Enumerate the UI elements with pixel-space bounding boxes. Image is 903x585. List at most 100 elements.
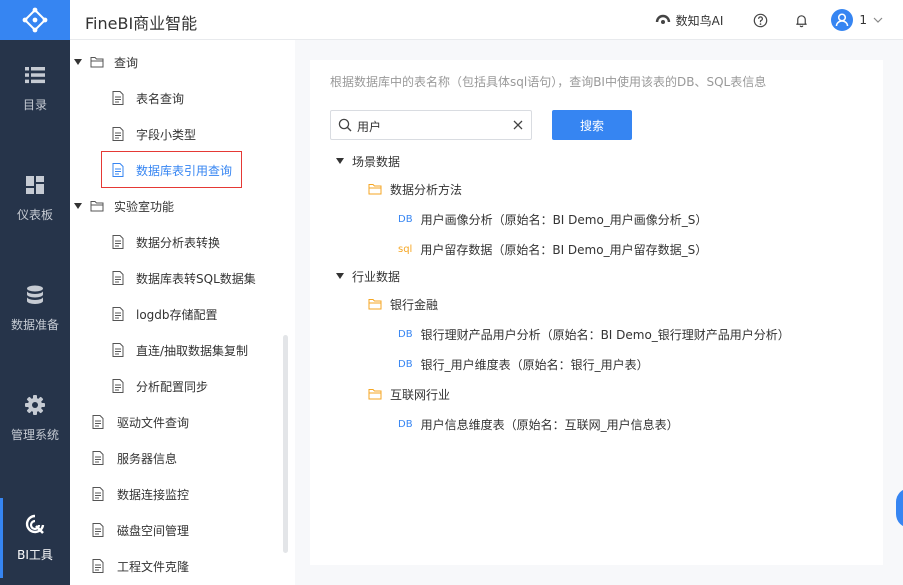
result-folder-bank-finance[interactable]: 银行金融: [368, 290, 438, 318]
tree-label: 数据连接监控: [117, 487, 190, 502]
document-icon: [92, 415, 104, 429]
tree-item-db-table-to-sql[interactable]: 数据库表转SQL数据集: [112, 260, 256, 296]
tree-scrollbar[interactable]: [283, 335, 288, 553]
nav-label-management: 管理系统: [10, 427, 59, 442]
tree-item-table-name-query[interactable]: 表名查询: [112, 80, 184, 116]
tree-item-analysis-table-convert[interactable]: 数据分析表转换: [112, 224, 220, 260]
tree-item-driver-file-query[interactable]: 驱动文件查询: [92, 404, 189, 440]
nav-item-directory[interactable]: 目录: [0, 48, 70, 128]
user-label: 1: [859, 13, 867, 27]
tree-item-logdb-storage[interactable]: logdb存储配置: [112, 296, 218, 332]
instruction-text: 根据数据库中的表名称（包括具体sql语句），查询BI中使用该表的DB、SQL表信…: [330, 75, 767, 89]
document-icon: [92, 487, 104, 501]
tree-item-dataset-copy[interactable]: 直连/抽取数据集复制: [112, 332, 248, 368]
reference-query-panel: 根据数据库中的表名称（包括具体sql语句），查询BI中使用该表的DB、SQL表信…: [310, 60, 883, 565]
db-tag: DB: [398, 213, 413, 225]
tree-label: 数据分析表转换: [136, 235, 221, 250]
dashboard-icon: [26, 175, 44, 194]
main-sidebar: 目录 仪表板 数据准备 管理系统 BI工具: [0, 40, 70, 585]
document-icon: [112, 127, 124, 141]
tree-label: 工程文件克隆: [117, 559, 190, 574]
gear-icon: [25, 394, 45, 415]
nav-item-bi-tools[interactable]: BI工具: [0, 498, 70, 578]
bell-icon: [796, 14, 808, 27]
tree-item-project-clone[interactable]: 工程文件克隆: [92, 548, 189, 584]
tree-item-analysis-config-sync[interactable]: 分析配置同步: [112, 368, 208, 404]
help-icon: [754, 13, 768, 27]
tree-label: 服务器信息: [117, 451, 178, 466]
sql-tag: sql: [398, 243, 413, 255]
folder-icon: [368, 389, 382, 400]
tree-item-field-subtype[interactable]: 字段小类型: [112, 116, 196, 152]
logo-icon: [22, 7, 48, 33]
tree-label: 驱动文件查询: [117, 415, 190, 430]
app-title: FineBI商业智能: [85, 14, 198, 33]
nav-item-data-prep[interactable]: 数据准备: [0, 268, 70, 348]
document-icon: [92, 559, 104, 573]
help-button[interactable]: [753, 13, 768, 28]
result-label: 行业数据: [352, 269, 401, 284]
result-table-user-retention[interactable]: sql 用户留存数据（原始名：BI Demo_用户留存数据_S）: [398, 235, 707, 263]
result-table-bank-user-dim[interactable]: DB 银行_用户维度表（原始名：银行_用户表）: [398, 350, 649, 378]
tree-label: logdb存储配置: [136, 307, 218, 322]
database-icon: [27, 285, 43, 304]
folder-icon: [90, 57, 104, 68]
tool-icon: [25, 514, 45, 534]
tree-folder-query[interactable]: 查询: [74, 44, 138, 80]
tool-tree: 查询 表名查询 字段小类型 数据库表引用查询 实验室功能 数据分析表转换 数据库…: [70, 40, 295, 585]
clear-icon[interactable]: [513, 120, 523, 130]
app-logo[interactable]: [0, 0, 70, 40]
db-tag: DB: [398, 358, 413, 370]
folder-icon: [368, 299, 382, 310]
tree-folder-lab-features[interactable]: 实验室功能: [74, 188, 174, 224]
folder-icon: [368, 184, 382, 195]
document-icon: [92, 451, 104, 465]
folder-icon: [90, 201, 104, 212]
search-icon: [338, 118, 352, 132]
caret-down-icon: [74, 59, 82, 65]
nav-label-data-prep: 数据准备: [10, 317, 59, 332]
caret-down-icon: [74, 203, 82, 209]
tree-item-server-info[interactable]: 服务器信息: [92, 440, 177, 476]
nav-label-dashboard: 仪表板: [16, 207, 53, 222]
avatar-icon: [831, 9, 854, 31]
document-icon: [112, 91, 124, 105]
tree-item-disk-space[interactable]: 磁盘空间管理: [92, 512, 189, 548]
floating-assistant-widget[interactable]: [896, 488, 903, 528]
result-table-user-portrait[interactable]: DB 用户画像分析（原始名：BI Demo_用户画像分析_S）: [398, 205, 707, 233]
notifications-button[interactable]: [794, 13, 809, 28]
ai-assistant-button[interactable]: 数知鸟AI: [655, 12, 723, 29]
result-label: 用户画像分析（原始名：BI Demo_用户画像分析_S）: [420, 212, 708, 227]
ai-bird-icon: [655, 14, 670, 24]
selection-highlight-box: [101, 151, 242, 188]
db-tag: DB: [398, 418, 413, 430]
result-group-industry-data[interactable]: 行业数据: [336, 262, 400, 290]
tree-label: 表名查询: [136, 91, 185, 106]
top-bar: FineBI商业智能 数知鸟AI 1: [0, 0, 903, 40]
chevron-down-icon: [873, 17, 883, 23]
result-group-scene-data[interactable]: 场景数据: [336, 147, 400, 175]
nav-item-management[interactable]: 管理系统: [0, 378, 70, 458]
tree-label: 数据库表转SQL数据集: [136, 271, 256, 286]
tree-label: 直连/抽取数据集复制: [136, 343, 249, 358]
document-icon: [112, 379, 124, 393]
result-table-user-info-dim[interactable]: DB 用户信息维度表（原始名：互联网_用户信息表）: [398, 410, 679, 438]
nav-item-dashboard[interactable]: 仪表板: [0, 158, 70, 238]
result-folder-analysis-methods[interactable]: 数据分析方法: [368, 175, 462, 203]
document-icon: [112, 271, 124, 285]
result-label: 互联网行业: [390, 387, 451, 402]
tree-label: 实验室功能: [114, 199, 175, 214]
nav-label-directory: 目录: [22, 97, 47, 112]
result-label: 银行_用户维度表（原始名：银行_用户表）: [420, 357, 649, 372]
search-input[interactable]: 用户: [330, 110, 532, 140]
caret-down-icon: [336, 158, 344, 164]
tree-item-connection-monitor[interactable]: 数据连接监控: [92, 476, 189, 512]
result-table-bank-wealth-users[interactable]: DB 银行理财产品用户分析（原始名：BI Demo_银行理财产品用户分析）: [398, 320, 790, 348]
active-indicator: [0, 498, 3, 578]
result-folder-internet-industry[interactable]: 互联网行业: [368, 380, 450, 408]
result-label: 数据分析方法: [390, 182, 463, 197]
search-button[interactable]: 搜索: [552, 110, 632, 140]
nav-label-bi-tools: BI工具: [17, 547, 53, 562]
tree-label: 磁盘空间管理: [117, 523, 190, 538]
user-menu[interactable]: 1: [831, 9, 883, 31]
